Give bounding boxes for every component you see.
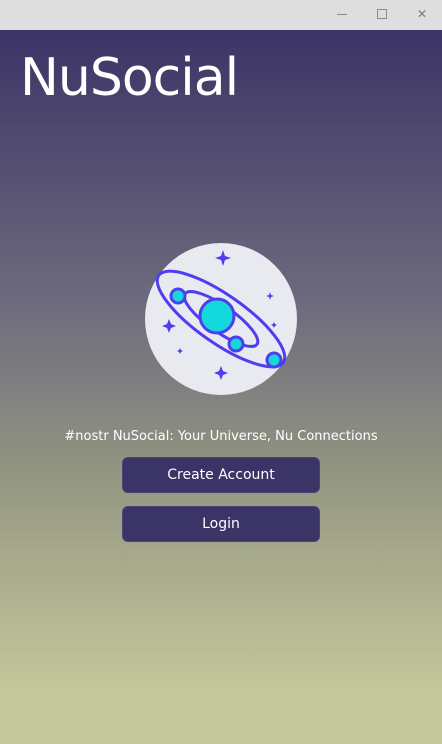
create-account-label: Create Account bbox=[167, 467, 275, 483]
login-label: Login bbox=[202, 516, 240, 532]
create-account-button[interactable]: Create Account bbox=[122, 457, 320, 493]
tagline: #nostr NuSocial: Your Universe, Nu Conne… bbox=[64, 429, 378, 444]
app-window: ✕ NuSocial #nostr NuSocial: Your Univers… bbox=[0, 0, 442, 744]
close-button[interactable]: ✕ bbox=[402, 0, 442, 28]
app-title: NuSocial bbox=[20, 48, 239, 108]
login-button[interactable]: Login bbox=[122, 506, 320, 542]
maximize-button[interactable] bbox=[362, 0, 402, 28]
minimize-button[interactable] bbox=[322, 0, 362, 28]
close-icon: ✕ bbox=[416, 7, 428, 21]
minimize-icon bbox=[337, 13, 347, 15]
galaxy-logo-icon bbox=[145, 243, 297, 395]
title-bar: ✕ bbox=[0, 0, 442, 31]
maximize-icon bbox=[377, 9, 387, 19]
bottom-strip bbox=[0, 692, 442, 744]
